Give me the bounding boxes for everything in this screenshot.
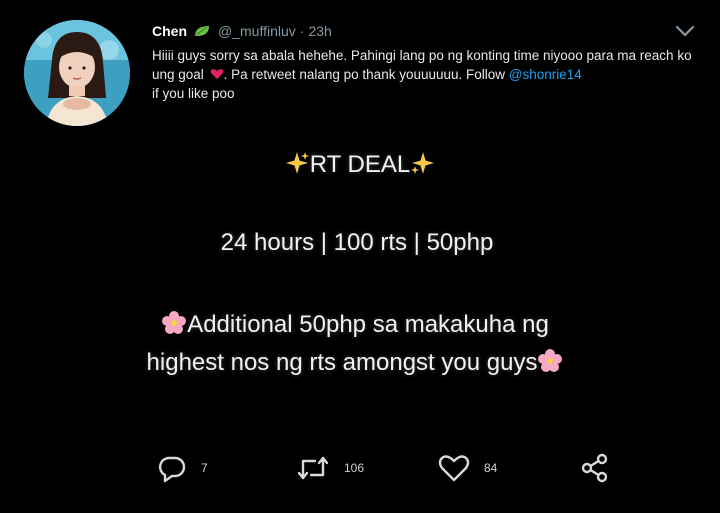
chevron-down-icon[interactable] [675, 24, 695, 38]
sparkles-icon [410, 150, 436, 176]
timestamp[interactable]: 23h [308, 23, 331, 39]
tweet-actions: 7 106 84 [0, 450, 720, 486]
red-heart-emoji-icon [210, 66, 224, 79]
avatar[interactable] [24, 20, 130, 126]
tweet-text-part3: if you like poo [152, 86, 235, 101]
tweet-text: Hiiii guys sorry sa abala hehehe. Pahing… [152, 46, 697, 103]
cherry-blossom-icon [537, 348, 563, 374]
additional-line-1: Additional 50php sa makakuha ng [0, 310, 715, 339]
like-button[interactable]: 84 [438, 453, 497, 483]
author-handle[interactable]: @_muffinluv [218, 23, 296, 39]
additional-text-2: highest nos ng rts amongst you guys [146, 349, 538, 376]
tweet-text-part2: . Pa retweet nalang po thank youuuuuu. F… [223, 67, 506, 82]
retweet-icon [297, 456, 329, 480]
reply-count: 7 [201, 461, 208, 475]
tweet-header: Chen @_muffinluv · 23h [152, 23, 332, 39]
sparkles-icon [284, 150, 310, 176]
leaf-emoji-icon [193, 24, 211, 38]
share-button[interactable] [580, 453, 610, 483]
like-count: 84 [484, 461, 498, 475]
share-icon [581, 453, 608, 483]
additional-text-1: Additional 50php sa makakuha ng [187, 311, 549, 338]
deal-title-line: RT DEAL [0, 150, 720, 179]
retweet-count: 106 [344, 461, 365, 475]
deal-terms: 24 hours | 100 rts | 50php [220, 229, 494, 256]
deal-title: RT DEAL [309, 151, 411, 178]
author-name[interactable]: Chen [152, 23, 187, 39]
retweet-button[interactable]: 106 [296, 453, 364, 483]
additional-line-2: highest nos ng rts amongst you guys [0, 348, 715, 377]
reply-icon [158, 456, 186, 483]
separator: · [299, 23, 305, 39]
mention-link[interactable]: @shonrie14 [509, 67, 582, 82]
reply-button[interactable]: 7 [157, 453, 208, 483]
like-icon [438, 455, 470, 482]
cherry-blossom-icon [161, 310, 187, 336]
